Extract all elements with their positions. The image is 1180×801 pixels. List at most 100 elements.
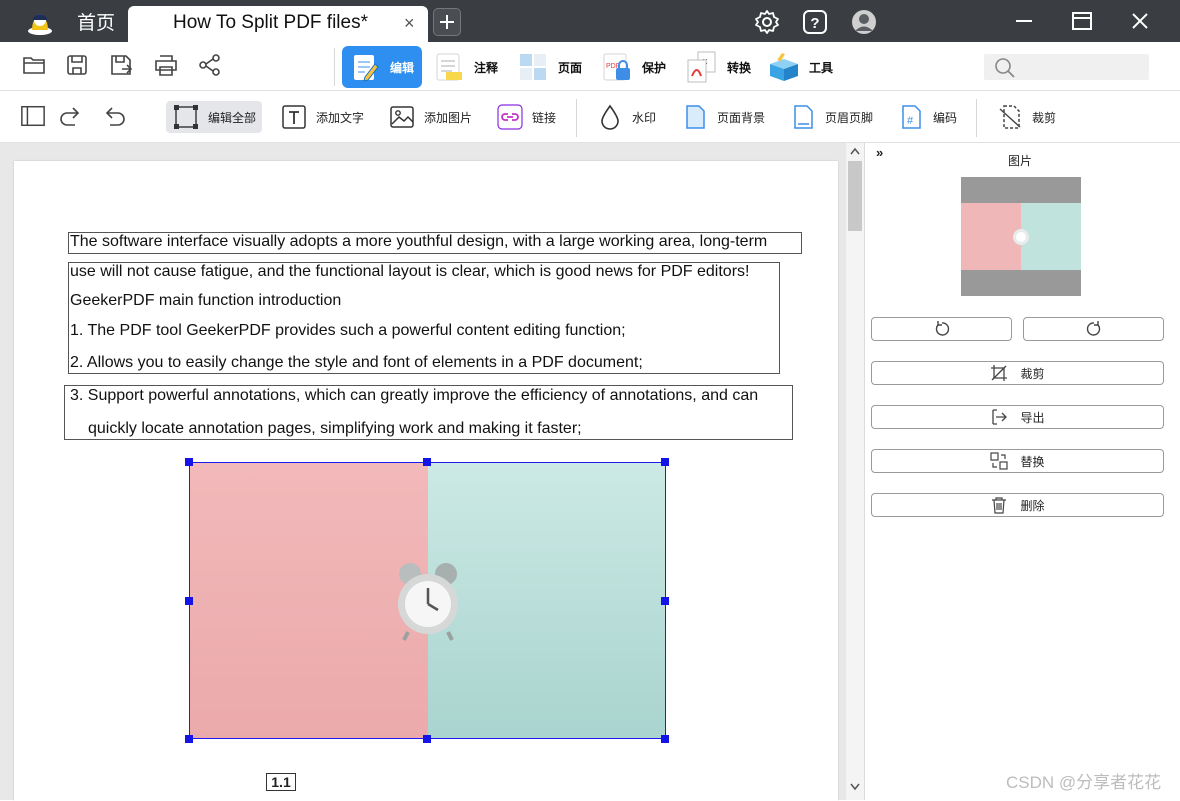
page-background-button[interactable]: 页面背景 — [681, 101, 765, 133]
vertical-scrollbar[interactable] — [846, 143, 864, 800]
header-footer-button[interactable]: 页眉页脚 — [789, 101, 873, 133]
resize-handle-sw[interactable] — [185, 735, 193, 743]
header-footer-label: 页眉页脚 — [825, 110, 874, 125]
page-number-box: 1.1 — [266, 773, 296, 791]
tab-protect-label: 保护 — [642, 60, 667, 75]
add-image-icon — [390, 106, 414, 128]
crop-image-button[interactable]: 裁剪 — [871, 361, 1164, 385]
link-button[interactable]: 链接 — [496, 101, 556, 133]
edit-toolbar: 编辑全部 添加文字 添加图片 链接 水印 页面背景 页眉页脚 # 编码 裁剪 — [0, 91, 1180, 143]
edit-doc-icon — [354, 55, 379, 82]
rotate-right-button[interactable] — [1023, 317, 1164, 341]
crop-image-icon — [991, 365, 1008, 381]
redo-icon[interactable] — [57, 103, 83, 129]
replace-icon — [990, 452, 1009, 470]
minimize-icon[interactable] — [1010, 8, 1038, 34]
doc-line-4: 1. The PDF tool GeekerPDF provides such … — [70, 322, 626, 339]
save-as-icon[interactable] — [108, 52, 134, 78]
trash-icon — [992, 497, 1007, 514]
csdn-watermark: CSDN @分享者花花 — [1006, 773, 1162, 792]
plus-icon — [440, 15, 454, 29]
crop-icon — [999, 105, 1021, 129]
replace-image-button[interactable]: 替换 — [871, 449, 1164, 473]
panel-title: 图片 — [1007, 154, 1032, 168]
document-viewport[interactable]: The software interface visually adopts a… — [0, 143, 846, 801]
tab-tools-label: 工具 — [809, 60, 834, 75]
resize-handle-se[interactable] — [661, 735, 669, 743]
alarm-clock-icon — [398, 563, 458, 641]
share-icon[interactable] — [197, 52, 223, 78]
selected-image[interactable] — [189, 462, 666, 739]
export-icon — [992, 409, 1008, 425]
crop-page-label: 裁剪 — [1032, 110, 1057, 125]
export-image-button[interactable]: 导出 — [871, 405, 1164, 429]
edit-all-button[interactable]: 编辑全部 — [166, 101, 263, 133]
resize-handle-w[interactable] — [185, 597, 193, 605]
annotate-icon — [436, 53, 462, 81]
add-text-button[interactable]: 添加文字 — [280, 101, 364, 133]
delete-image-button[interactable]: 删除 — [871, 493, 1164, 517]
tab-annotate-label: 注释 — [474, 60, 499, 75]
undo-icon[interactable] — [102, 103, 128, 129]
thumbnail-clock-icon — [1013, 229, 1029, 245]
resize-handle-ne[interactable] — [661, 458, 669, 466]
tab-document[interactable]: How To Split PDF files* × — [128, 6, 428, 42]
resize-handle-e[interactable] — [661, 597, 669, 605]
crop-page-button[interactable]: 裁剪 — [996, 101, 1056, 133]
bates-number-button[interactable]: # 编码 — [897, 101, 957, 133]
tab-pages[interactable]: 页面 — [516, 46, 582, 88]
watermark-icon — [601, 104, 619, 130]
link-label: 链接 — [532, 110, 557, 125]
scroll-down-icon[interactable] — [850, 783, 860, 791]
scrollbar-thumb[interactable] — [848, 161, 862, 231]
rotate-left-icon — [935, 321, 949, 336]
open-folder-icon[interactable] — [21, 52, 47, 78]
help-icon[interactable]: ? — [801, 8, 829, 36]
edit-all-icon — [174, 105, 198, 129]
maximize-icon[interactable] — [1068, 8, 1096, 34]
tab-home[interactable]: 首页 — [66, 0, 126, 42]
tab-convert[interactable]: x 转换 — [685, 46, 751, 88]
settings-gear-icon[interactable] — [753, 8, 781, 36]
title-bar: 首页 How To Split PDF files* × ? — [0, 0, 1180, 42]
user-avatar-icon[interactable] — [850, 8, 878, 36]
pdf-page[interactable]: The software interface visually adopts a… — [14, 161, 838, 801]
rotate-left-button[interactable] — [871, 317, 1012, 341]
page-background-label: 页面背景 — [717, 110, 766, 125]
scroll-up-icon[interactable] — [850, 147, 860, 155]
add-image-button[interactable]: 添加图片 — [388, 101, 472, 133]
tab-tools[interactable]: 工具 — [767, 46, 833, 88]
toolbar-divider — [576, 99, 577, 137]
image-properties-panel: » 图片 裁剪 导出 替换 删除 — [864, 143, 1180, 800]
doc-line-3: GeekerPDF main function introduction — [70, 292, 342, 309]
delete-image-label: 删除 — [1020, 498, 1045, 513]
sidebar-toggle-icon[interactable] — [20, 103, 46, 129]
tab-edit[interactable]: 编辑 — [342, 46, 423, 88]
resize-handle-n[interactable] — [423, 458, 431, 466]
tab-annotate[interactable]: 注释 — [432, 46, 498, 88]
crop-image-label: 裁剪 — [1020, 366, 1045, 381]
ribbon-divider — [334, 48, 335, 86]
convert-icon: x — [687, 51, 716, 83]
new-tab-button[interactable] — [433, 8, 461, 36]
tab-protect[interactable]: PDF 保护 — [600, 46, 666, 88]
tab-convert-label: 转换 — [727, 60, 752, 75]
doc-line-6: 3. Support powerful annotations, which c… — [70, 387, 759, 404]
print-icon[interactable] — [153, 52, 179, 78]
add-image-label: 添加图片 — [424, 110, 473, 125]
search-input[interactable] — [984, 54, 1149, 80]
app-logo-icon — [28, 14, 52, 35]
resize-handle-s[interactable] — [423, 735, 431, 743]
bates-number-label: 编码 — [933, 110, 958, 125]
tab-edit-label: 编辑 — [390, 60, 415, 75]
save-icon[interactable] — [64, 52, 90, 78]
export-image-label: 导出 — [1020, 410, 1045, 425]
window-close-icon[interactable] — [1126, 8, 1154, 34]
close-tab-icon[interactable]: × — [404, 13, 415, 34]
watermark-button[interactable]: 水印 — [596, 101, 656, 133]
resize-handle-nw[interactable] — [185, 458, 193, 466]
toolbox-icon — [770, 53, 798, 81]
svg-text:?: ? — [810, 15, 819, 32]
toolbar-divider — [976, 99, 977, 137]
add-text-icon — [282, 105, 306, 129]
